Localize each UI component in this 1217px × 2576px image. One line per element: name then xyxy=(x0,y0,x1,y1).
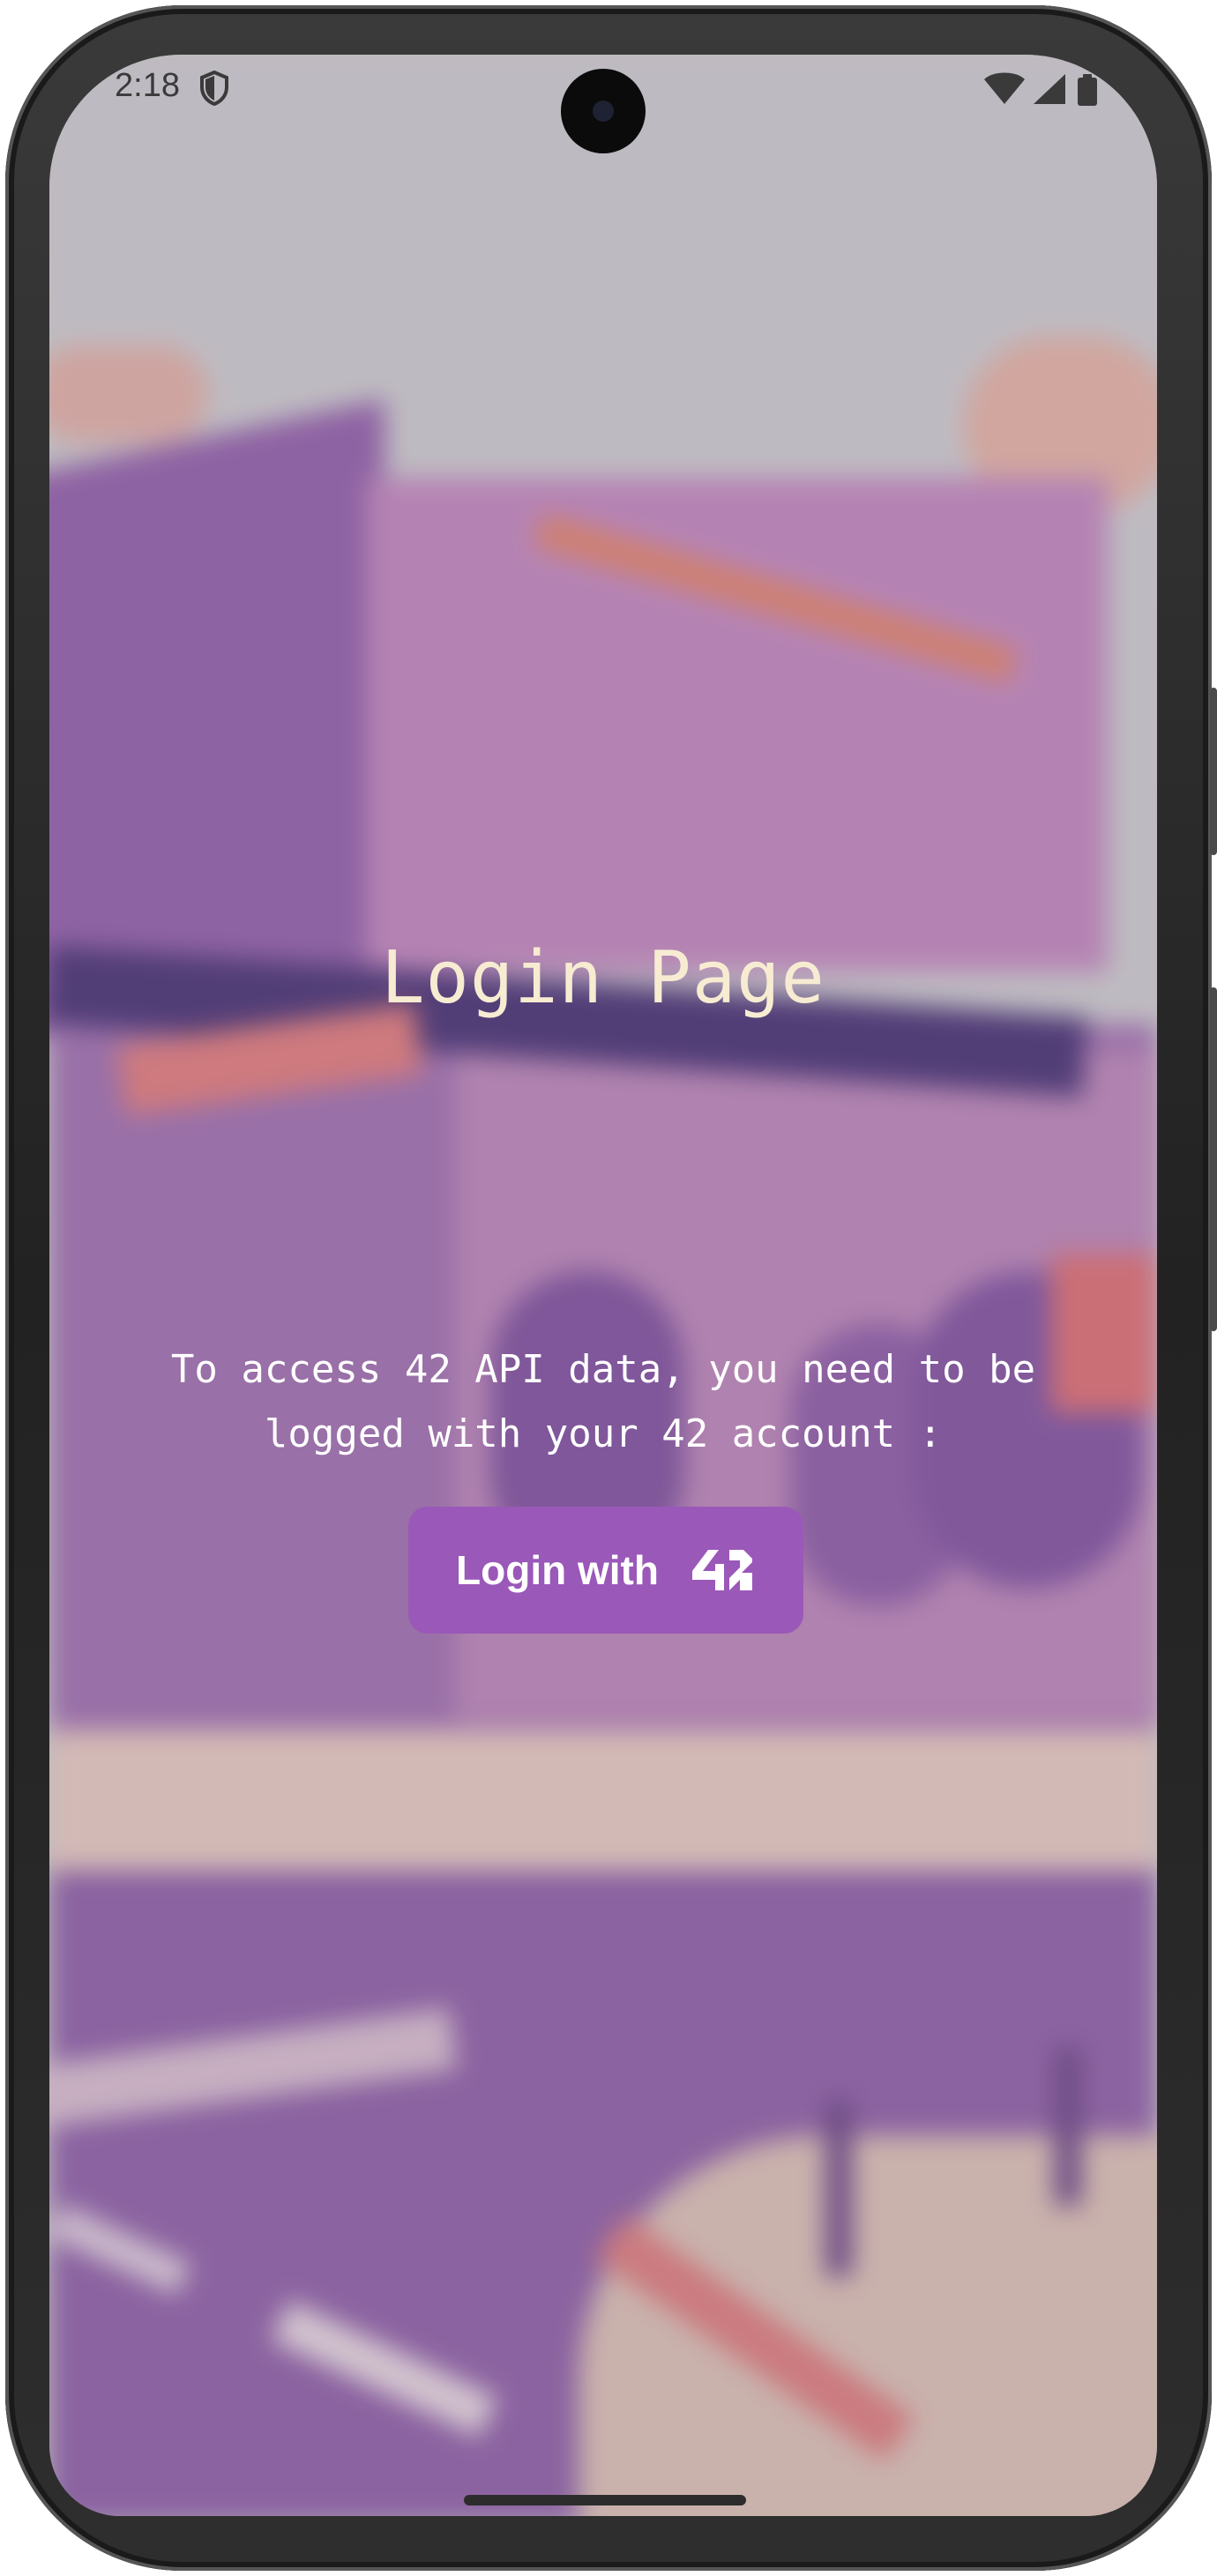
login-with-42-button[interactable]: Login with xyxy=(408,1507,803,1634)
home-indicator[interactable] xyxy=(464,2495,746,2505)
status-time: 2:18 xyxy=(115,67,180,104)
power-button xyxy=(1210,688,1217,855)
battery-icon xyxy=(1078,74,1097,106)
background-overlay xyxy=(49,55,1157,2516)
front-camera xyxy=(561,69,646,153)
phone-frame: 2:18 Login Page To access 42 API data, y… xyxy=(0,0,1217,2576)
wifi-icon xyxy=(984,72,1025,104)
login-button-label: Login with xyxy=(456,1547,659,1593)
shield-icon xyxy=(200,71,228,106)
42-logo-icon xyxy=(691,1550,752,1590)
info-text: To access 42 API data, you need to be lo… xyxy=(170,1347,1036,1456)
page-title: Login Page xyxy=(381,936,825,1020)
signal-icon xyxy=(1034,74,1065,104)
volume-button xyxy=(1210,987,1217,1331)
screen: 2:18 Login Page To access 42 API data, y… xyxy=(49,55,1157,2516)
status-icons xyxy=(984,72,1097,106)
status-bar: 2:18 xyxy=(49,55,1157,153)
